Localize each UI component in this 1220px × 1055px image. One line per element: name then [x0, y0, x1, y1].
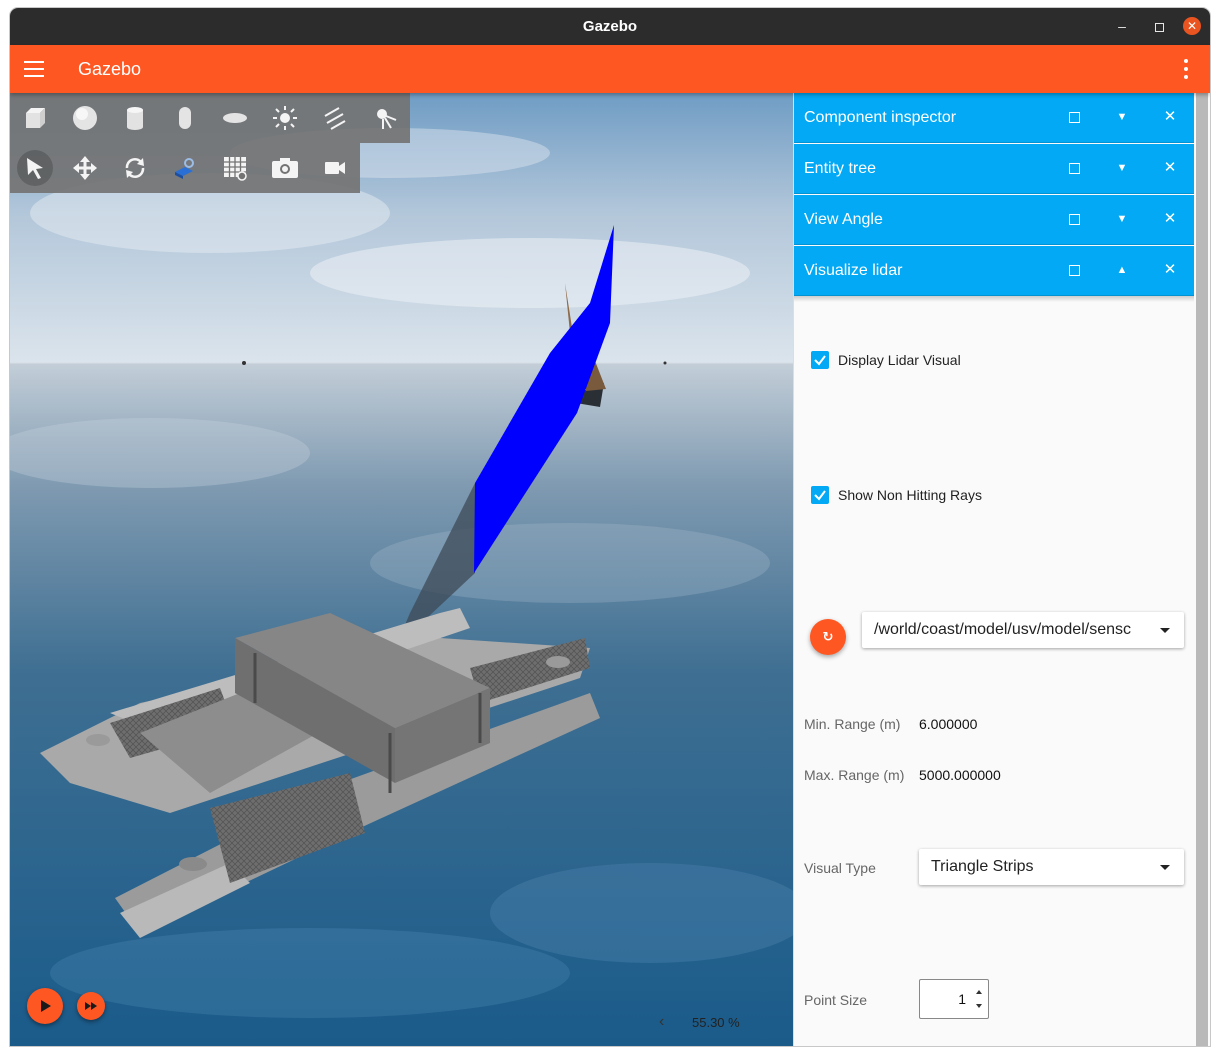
- select-icon[interactable]: [10, 143, 60, 193]
- sphere-icon[interactable]: [60, 93, 110, 143]
- step-forward-button[interactable]: [77, 992, 105, 1020]
- min-range-label: Min. Range (m): [804, 716, 901, 732]
- dock-view-angle[interactable]: View Angle ▼ ✕: [794, 195, 1194, 245]
- fast-forward-icon: [85, 1002, 97, 1010]
- app-bar: Gazebo: [10, 45, 1210, 93]
- spot-light-icon[interactable]: [360, 93, 410, 143]
- expand-dock-icon[interactable]: ▲: [1111, 259, 1133, 281]
- screenshot-icon[interactable]: [260, 143, 310, 193]
- directional-light-icon[interactable]: [310, 93, 360, 143]
- close-dock-icon[interactable]: ✕: [1159, 208, 1181, 230]
- dock-title: Visualize lidar: [804, 262, 903, 279]
- spin-down-icon[interactable]: [976, 1004, 982, 1008]
- transform-control-icon[interactable]: [160, 143, 210, 193]
- translate-icon[interactable]: [60, 143, 110, 193]
- checkbox-label: Display Lidar Visual: [838, 352, 961, 368]
- checkbox-checked-icon[interactable]: [811, 351, 829, 369]
- lidar-topic-dropdown[interactable]: /world/coast/model/usv/model/sensc: [862, 612, 1184, 648]
- chevron-down-icon: [1160, 865, 1170, 870]
- min-range-value: 6.000000: [919, 716, 978, 732]
- chevron-down-icon: [1160, 628, 1170, 633]
- maximize-dock-icon[interactable]: [1063, 106, 1085, 128]
- dock-title: View Angle: [804, 211, 883, 228]
- panel-scrollbar[interactable]: [1196, 93, 1208, 1046]
- max-range-value: 5000.000000: [919, 767, 1001, 783]
- point-size-label: Point Size: [804, 992, 868, 1008]
- refresh-icon: ↻: [822, 629, 834, 644]
- display-lidar-visual-checkbox[interactable]: Display Lidar Visual: [811, 351, 961, 369]
- app-title: Gazebo: [78, 59, 142, 79]
- show-non-hitting-rays-checkbox[interactable]: Show Non Hitting Rays: [811, 486, 982, 504]
- collapse-dock-icon[interactable]: ▼: [1111, 208, 1133, 230]
- shapes-toolbar: [10, 93, 410, 143]
- point-size-spinbox[interactable]: 1: [919, 979, 989, 1019]
- box-icon[interactable]: [10, 93, 60, 143]
- visual-type-value: Triangle Strips: [931, 858, 1034, 875]
- point-light-icon[interactable]: [260, 93, 310, 143]
- rotate-icon[interactable]: [110, 143, 160, 193]
- gazebo-window: Gazebo – ✕ Gazebo ‹ 55.30 % Component in…: [10, 8, 1210, 1046]
- capsule-icon[interactable]: [160, 93, 210, 143]
- play-button[interactable]: [27, 988, 63, 1024]
- collapse-dock-icon[interactable]: ▼: [1111, 106, 1133, 128]
- dock-component-inspector[interactable]: Component inspector ▼ ✕: [794, 93, 1194, 143]
- collapse-dock-icon[interactable]: ▼: [1111, 157, 1133, 179]
- checkbox-checked-icon[interactable]: [811, 486, 829, 504]
- real-time-factor: 55.30 %: [692, 1015, 740, 1030]
- lidar-topic-value: /world/coast/model/usv/model/sensc: [874, 621, 1131, 638]
- dock-title: Entity tree: [804, 160, 877, 177]
- 3d-scene-viewport[interactable]: ‹ 55.30 %: [10, 93, 793, 1046]
- visual-type-label: Visual Type: [804, 860, 876, 876]
- maximize-dock-icon[interactable]: [1063, 259, 1085, 281]
- scene-render: [10, 93, 793, 1046]
- maximize-dock-icon[interactable]: [1063, 208, 1085, 230]
- play-icon: [41, 1000, 51, 1012]
- close-dock-icon[interactable]: ✕: [1159, 157, 1181, 179]
- max-range-label: Max. Range (m): [804, 767, 905, 783]
- transform-toolbar: [10, 143, 360, 193]
- dock-title: Component inspector: [804, 109, 957, 126]
- close-dock-icon[interactable]: ✕: [1159, 106, 1181, 128]
- grid-icon[interactable]: [210, 143, 260, 193]
- refresh-topics-button[interactable]: ↻: [810, 619, 846, 655]
- dock-entity-tree[interactable]: Entity tree ▼ ✕: [794, 144, 1194, 194]
- dock-shadow: [794, 296, 1194, 302]
- maximize-button[interactable]: [1150, 17, 1168, 35]
- close-window-button[interactable]: ✕: [1183, 17, 1201, 35]
- spin-up-icon[interactable]: [976, 990, 982, 994]
- cylinder-icon[interactable]: [110, 93, 160, 143]
- right-panel: Component inspector ▼ ✕ Entity tree ▼ ✕ …: [793, 93, 1210, 1046]
- visual-type-dropdown[interactable]: Triangle Strips: [919, 849, 1184, 885]
- menu-icon[interactable]: [24, 61, 44, 77]
- dock-visualize-lidar[interactable]: Visualize lidar ▲ ✕: [794, 246, 1194, 296]
- checkbox-label: Show Non Hitting Rays: [838, 487, 982, 503]
- maximize-dock-icon[interactable]: [1063, 157, 1085, 179]
- minimize-button[interactable]: –: [1113, 17, 1131, 35]
- window-title: Gazebo: [582, 18, 638, 35]
- more-options-icon[interactable]: [1180, 59, 1192, 79]
- video-record-icon[interactable]: [310, 143, 360, 193]
- ellipsoid-icon[interactable]: [210, 93, 260, 143]
- window-titlebar[interactable]: Gazebo – ✕: [10, 8, 1210, 45]
- chevron-left-icon[interactable]: ‹: [659, 1013, 664, 1031]
- point-size-value: 1: [958, 991, 966, 1007]
- close-dock-icon[interactable]: ✕: [1159, 259, 1181, 281]
